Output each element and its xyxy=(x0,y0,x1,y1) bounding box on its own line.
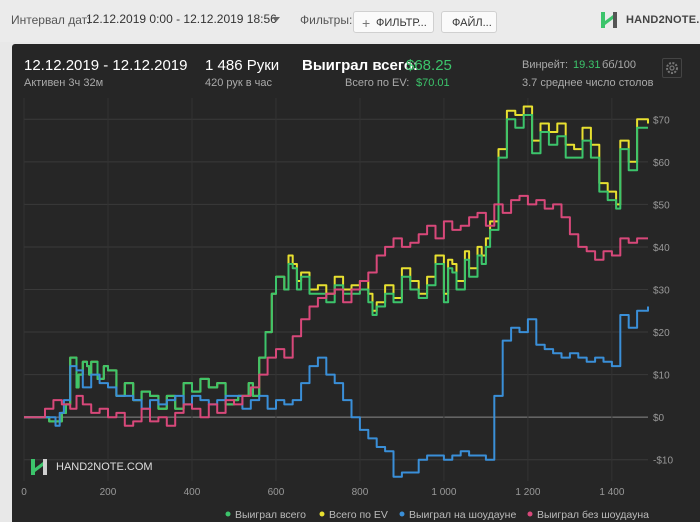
y-tick-label: $50 xyxy=(653,200,670,211)
legend-marker xyxy=(319,511,325,517)
y-tick-label: $20 xyxy=(653,328,670,339)
y-tick-label: $10 xyxy=(653,371,670,382)
x-tick-label: 400 xyxy=(184,487,201,498)
y-tick-label: $0 xyxy=(653,413,665,424)
y-tick-label: $40 xyxy=(653,243,670,254)
x-tick-label: 600 xyxy=(268,487,285,498)
legend-marker xyxy=(527,511,533,517)
x-tick-label: 0 xyxy=(21,487,27,498)
legend-label: Выиграл без шоудауна xyxy=(537,509,649,521)
y-tick-label: -$10 xyxy=(653,456,673,467)
chart-watermark: HAND2NOTE.COM xyxy=(30,457,153,477)
y-tick-label: $30 xyxy=(653,286,670,297)
x-tick-label: 1 000 xyxy=(431,487,456,498)
legend-marker xyxy=(399,511,405,517)
legend-marker xyxy=(225,511,231,517)
legend-label: Всего по EV xyxy=(329,509,388,521)
x-tick-label: 800 xyxy=(352,487,369,498)
x-tick-label: 1 400 xyxy=(599,487,624,498)
y-tick-label: $60 xyxy=(653,158,670,169)
series-line xyxy=(24,194,648,427)
watermark-text: HAND2NOTE.COM xyxy=(56,461,153,473)
legend-label: Выиграл всего xyxy=(235,509,306,521)
series-line xyxy=(24,114,648,423)
x-tick-label: 1 200 xyxy=(515,487,540,498)
y-tick-label: $70 xyxy=(653,115,670,126)
x-tick-label: 200 xyxy=(100,487,117,498)
watermark-logo-icon xyxy=(31,459,47,475)
bankroll-chart: -$10 $0 $10 $20 $30 $40 $50 $60 $70 0 200 400 600 800… xyxy=(21,98,673,521)
legend-label: Выиграл на шоудауне xyxy=(409,509,516,521)
